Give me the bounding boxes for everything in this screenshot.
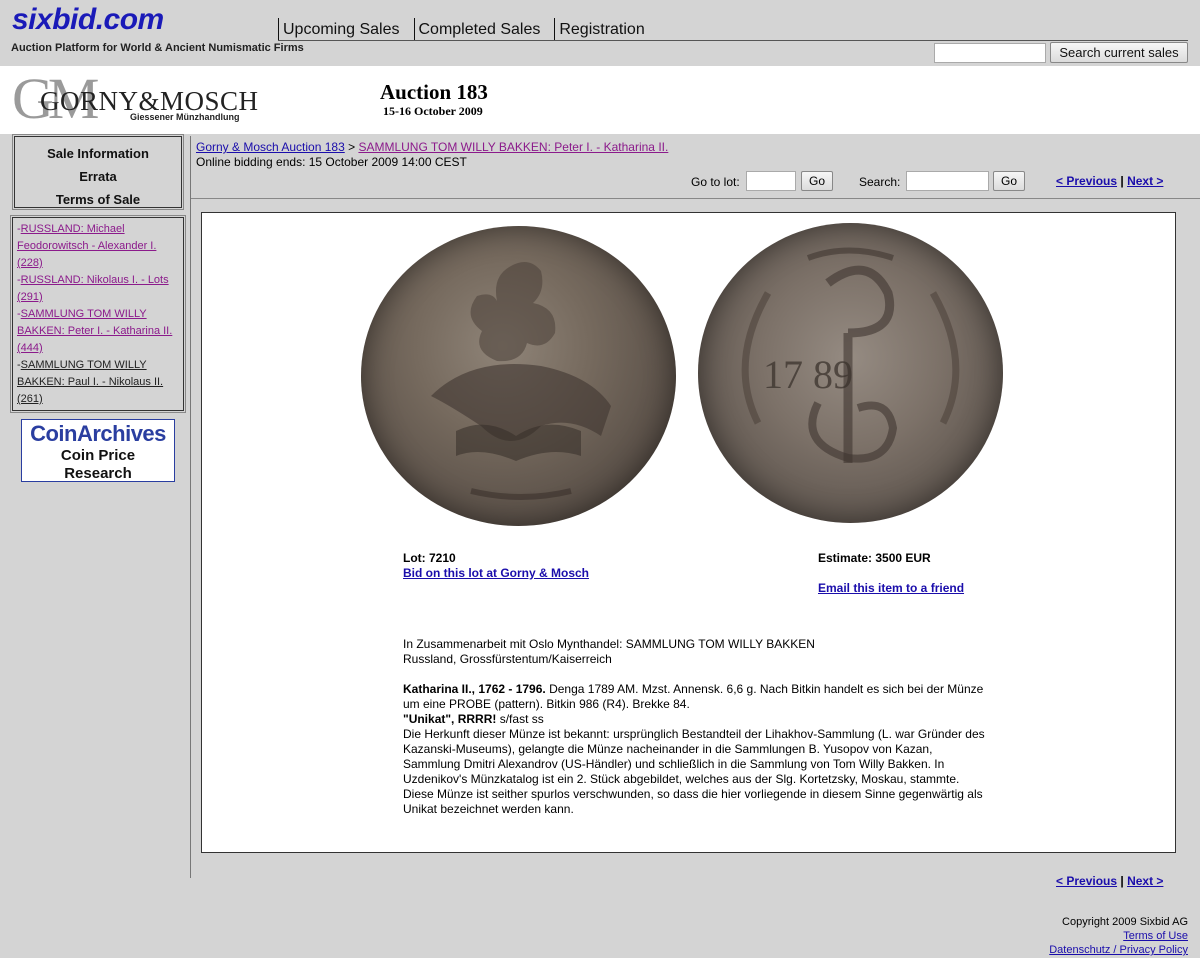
top-nav: Upcoming Sales Completed Sales Registrat…: [278, 18, 659, 40]
pager-separator: |: [1117, 174, 1128, 188]
bidding-ends-text: Online bidding ends: 15 October 2009 14:…: [196, 155, 467, 169]
collection-line: In Zusammenarbeit mit Oslo Mynthandel: S…: [403, 637, 815, 651]
sale-info-box: Sale Information Errata Terms of Sale: [12, 134, 184, 211]
breadcrumb-category-link[interactable]: SAMMLUNG TOM WILLY BAKKEN: Peter I. - Ka…: [358, 140, 668, 154]
coinarchives-ad[interactable]: CoinArchives Coin Price Research: [21, 419, 175, 482]
coin-obverse-art: [431, 262, 611, 500]
goto-lot-label: Go to lot:: [691, 175, 740, 189]
ruler-name: Katharina II., 1762 - 1796.: [403, 682, 546, 696]
goto-lot-button[interactable]: Go: [801, 171, 833, 191]
auction-title: Auction 183: [380, 80, 488, 104]
lot-main-description: Katharina II., 1762 - 1796. Denga 1789 A…: [403, 682, 993, 712]
category-item: -RUSSLAND: Michael Feodorowitsch - Alexa…: [17, 223, 157, 269]
search-label: Search:: [859, 175, 901, 189]
coinarchives-name: CoinArchives: [30, 421, 166, 446]
lot-grade-line: "Unikat", RRRR! s/fast ss: [403, 712, 993, 727]
category-item: -SAMMLUNG TOM WILLY BAKKEN: Paul I. - Ni…: [17, 359, 164, 405]
grade-text: s/fast ss: [496, 712, 544, 726]
breadcrumb-separator: >: [344, 140, 359, 154]
nav-completed-sales[interactable]: Completed Sales: [413, 18, 549, 40]
next-lot-link-bottom[interactable]: Next >: [1127, 874, 1163, 888]
category-item: -RUSSLAND: Nikolaus I. - Lots (291): [17, 274, 169, 303]
rarity-text: "Unikat", RRRR!: [403, 712, 497, 726]
coinarchives-tagline-1: Coin Price: [60, 447, 136, 464]
previous-lot-link-bottom[interactable]: < Previous: [1056, 874, 1117, 888]
email-to-friend-link[interactable]: Email this item to a friend: [818, 581, 964, 595]
category-link-bakken-peter[interactable]: SAMMLUNG TOM WILLY BAKKEN: Peter I. - Ka…: [17, 308, 172, 354]
errata-link[interactable]: Errata: [15, 165, 181, 188]
coin-date-text: 17 89: [763, 352, 853, 397]
auction-dates: 15-16 October 2009: [383, 104, 483, 118]
lot-number: Lot: 7210: [403, 551, 456, 565]
terms-of-use-link[interactable]: Terms of Use: [1049, 929, 1188, 943]
header-divider: [278, 40, 1188, 41]
lot-description: In Zusammenarbeit mit Oslo Mynthandel: S…: [403, 637, 993, 817]
category-item: -SAMMLUNG TOM WILLY BAKKEN: Peter I. - K…: [17, 308, 173, 354]
bid-on-lot-link[interactable]: Bid on this lot at Gorny & Mosch: [403, 566, 589, 580]
search-current-sales-input[interactable]: [934, 43, 1046, 63]
goto-lot-input[interactable]: [746, 171, 796, 191]
site-header: sixbid.com Auction Platform for World & …: [0, 0, 1200, 66]
category-link-russland-nikolaus[interactable]: RUSSLAND: Nikolaus I. - Lots (291): [17, 274, 169, 303]
pager-bottom: < Previous | Next >: [1056, 874, 1163, 888]
privacy-policy-link[interactable]: Datenschutz / Privacy Policy: [1049, 943, 1188, 957]
nav-registration[interactable]: Registration: [554, 18, 652, 40]
nav-upcoming-sales[interactable]: Upcoming Sales: [278, 18, 408, 40]
lot-detail-panel: 17 89 Lot: 7210 Bid on this lot at Gorny…: [201, 212, 1176, 853]
coinarchives-tagline-2: Research: [64, 465, 132, 482]
pager-separator: |: [1117, 874, 1128, 888]
previous-lot-link[interactable]: < Previous: [1056, 174, 1117, 188]
breadcrumb: Gorny & Mosch Auction 183 > SAMMLUNG TOM…: [196, 140, 668, 154]
site-tagline: Auction Platform for World & Ancient Num…: [11, 42, 304, 54]
lot-search-button[interactable]: Go: [993, 171, 1025, 191]
copyright-text: Copyright 2009 Sixbid AG: [1062, 916, 1188, 928]
next-lot-link[interactable]: Next >: [1127, 174, 1163, 188]
sidebar-divider: [190, 136, 191, 878]
lot-estimate: Estimate: 3500 EUR: [818, 551, 931, 565]
category-link-bakken-paul[interactable]: SAMMLUNG TOM WILLY BAKKEN: Paul I. - Nik…: [17, 359, 163, 405]
coin-obverse-image[interactable]: [361, 226, 676, 526]
page-footer: Copyright 2009 Sixbid AG Terms of Use Da…: [1049, 915, 1188, 957]
firm-subtitle: Giessener Münzhandlung: [130, 112, 240, 122]
banner-divider: [190, 198, 1200, 199]
provenance-text: Die Herkunft dieser Münze ist bekannt: u…: [403, 727, 985, 816]
lot-search-input[interactable]: [906, 171, 989, 191]
sale-information-link[interactable]: Sale Information: [15, 142, 181, 165]
pager-top: < Previous | Next >: [1056, 174, 1163, 188]
auction-banner: GM GORNY&MOSCH Giessener Münzhandlung Au…: [0, 66, 1200, 199]
category-link-russland-michael[interactable]: RUSSLAND: Michael Feodorowitsch - Alexan…: [17, 223, 156, 269]
region-line: Russland, Grossfürstentum/Kaiserreich: [403, 652, 612, 666]
coin-reverse-image[interactable]: 17 89: [698, 223, 1003, 523]
terms-of-sale-link[interactable]: Terms of Sale: [15, 188, 181, 211]
site-logo[interactable]: sixbid.com: [12, 0, 164, 40]
breadcrumb-auction-link[interactable]: Gorny & Mosch Auction 183: [196, 140, 345, 154]
search-current-sales-button[interactable]: Search current sales: [1050, 42, 1188, 63]
coin-reverse-art: 17 89: [741, 247, 960, 463]
category-list: -RUSSLAND: Michael Feodorowitsch - Alexa…: [10, 215, 186, 413]
